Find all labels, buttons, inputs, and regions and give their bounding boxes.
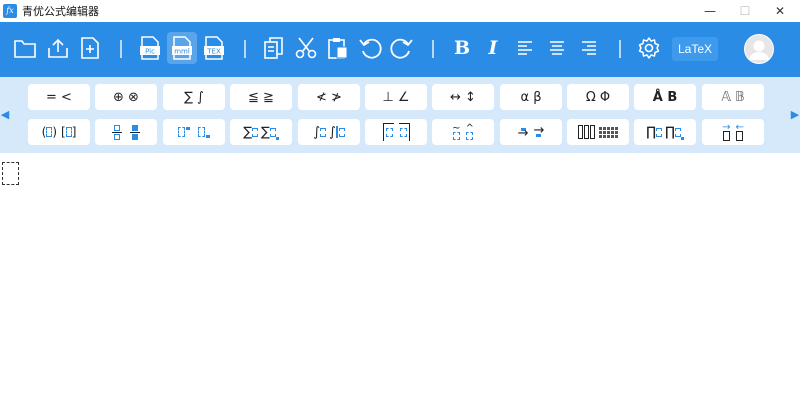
fraction-templates-button[interactable] bbox=[95, 119, 157, 145]
tex-label: TEX bbox=[206, 48, 221, 56]
upload-icon bbox=[48, 38, 68, 58]
save-tex-button[interactable]: TEX bbox=[199, 32, 229, 64]
vector-templates-button[interactable]: → ← bbox=[702, 119, 764, 145]
save-mml-button[interactable]: mml bbox=[167, 32, 197, 64]
summation-templates-button[interactable]: ∑ ∑ bbox=[230, 119, 292, 145]
arrow-symbols-button[interactable]: ↔ ↕ bbox=[432, 84, 494, 110]
sum-integral-symbols-button[interactable]: ∑ ∫ bbox=[163, 84, 225, 110]
open-folder-button[interactable] bbox=[10, 32, 40, 64]
minimize-button[interactable]: — bbox=[695, 0, 725, 22]
integral-templates-button[interactable]: ∫ ∫ bbox=[298, 119, 360, 145]
toolbar-separator bbox=[432, 40, 434, 58]
fence-templates-button[interactable]: () [] bbox=[28, 119, 90, 145]
relation-symbols-button[interactable]: = < bbox=[28, 84, 90, 110]
new-file-button[interactable] bbox=[75, 32, 105, 64]
accent-templates-button[interactable]: ~ ^ bbox=[432, 119, 494, 145]
symbol-palette: ◀ ▶ = < ⊕ ⊗ ∑ ∫ ≦ ≧ ≮ ≯ ⊥ ∠ ↔ ↕ α β Ω Φ … bbox=[0, 77, 800, 153]
toolbar-separator bbox=[120, 40, 122, 58]
undo-button[interactable] bbox=[355, 32, 385, 64]
copy-icon bbox=[264, 37, 283, 59]
gear-icon bbox=[638, 37, 660, 59]
user-icon bbox=[745, 35, 773, 63]
geometry-symbols-button[interactable]: ⊥ ∠ bbox=[365, 84, 427, 110]
matrix-templates-button[interactable] bbox=[567, 119, 629, 145]
undo-icon bbox=[359, 38, 382, 59]
inequality-symbols-button[interactable]: ≦ ≧ bbox=[230, 84, 292, 110]
clipboard-icon bbox=[328, 38, 348, 59]
bold-button[interactable]: B bbox=[447, 32, 477, 64]
product-templates-button[interactable]: ∏ ∏ bbox=[634, 119, 696, 145]
folder-icon bbox=[14, 40, 36, 58]
paste-button[interactable] bbox=[323, 32, 353, 64]
close-button[interactable]: ✕ bbox=[765, 0, 795, 22]
mml-file-icon: mml bbox=[172, 36, 192, 60]
negated-relation-symbols-button[interactable]: ≮ ≯ bbox=[298, 84, 360, 110]
italic-button[interactable]: I bbox=[478, 32, 508, 64]
double-struck-letters-button[interactable]: 𝔸 𝔹 bbox=[702, 84, 764, 110]
latex-button[interactable]: LaTeX bbox=[672, 37, 718, 61]
copy-button[interactable] bbox=[259, 32, 289, 64]
align-right-button[interactable] bbox=[574, 32, 604, 64]
mml-label: mml bbox=[174, 48, 190, 56]
operator-symbols-button[interactable]: ⊕ ⊗ bbox=[95, 84, 157, 110]
title-bar: fx 青优公式编辑器 — ☐ ✕ bbox=[0, 0, 800, 22]
redo-button[interactable] bbox=[387, 32, 417, 64]
align-center-icon bbox=[550, 41, 564, 55]
toolbar-separator bbox=[619, 40, 621, 58]
bar-templates-button[interactable] bbox=[365, 119, 427, 145]
arrow-label-templates-button[interactable]: → → bbox=[500, 119, 562, 145]
cut-button[interactable] bbox=[291, 32, 321, 64]
greek-lowercase-button[interactable]: α β bbox=[500, 84, 562, 110]
align-left-icon bbox=[518, 41, 532, 55]
main-toolbar: Pic mml TEX B I LaTeX bbox=[0, 22, 800, 77]
new-file-icon bbox=[81, 37, 99, 59]
align-center-button[interactable] bbox=[542, 32, 572, 64]
maximize-button[interactable]: ☐ bbox=[730, 0, 760, 22]
palette-scroll-right-icon[interactable]: ▶ bbox=[790, 107, 800, 121]
toolbar-separator bbox=[244, 40, 246, 58]
accented-letters-button[interactable]: Å B bbox=[634, 84, 696, 110]
palette-scroll-left-icon[interactable]: ◀ bbox=[0, 107, 10, 121]
formula-editor-area[interactable] bbox=[0, 153, 800, 400]
pic-file-icon: Pic bbox=[140, 36, 160, 60]
align-right-icon bbox=[582, 41, 596, 55]
settings-button[interactable] bbox=[634, 32, 664, 64]
align-left-button[interactable] bbox=[510, 32, 540, 64]
greek-uppercase-button[interactable]: Ω Φ bbox=[567, 84, 629, 110]
script-templates-button[interactable] bbox=[163, 119, 225, 145]
app-logo-icon: fx bbox=[3, 4, 17, 18]
user-avatar[interactable] bbox=[744, 34, 774, 64]
redo-icon bbox=[390, 38, 413, 59]
save-pic-button[interactable]: Pic bbox=[135, 32, 165, 64]
scissors-icon bbox=[295, 37, 317, 59]
tex-file-icon: TEX bbox=[204, 36, 224, 60]
app-title: 青优公式编辑器 bbox=[22, 5, 99, 18]
export-button[interactable] bbox=[43, 32, 73, 64]
formula-input-placeholder[interactable] bbox=[2, 162, 19, 185]
pic-label: Pic bbox=[145, 48, 155, 56]
